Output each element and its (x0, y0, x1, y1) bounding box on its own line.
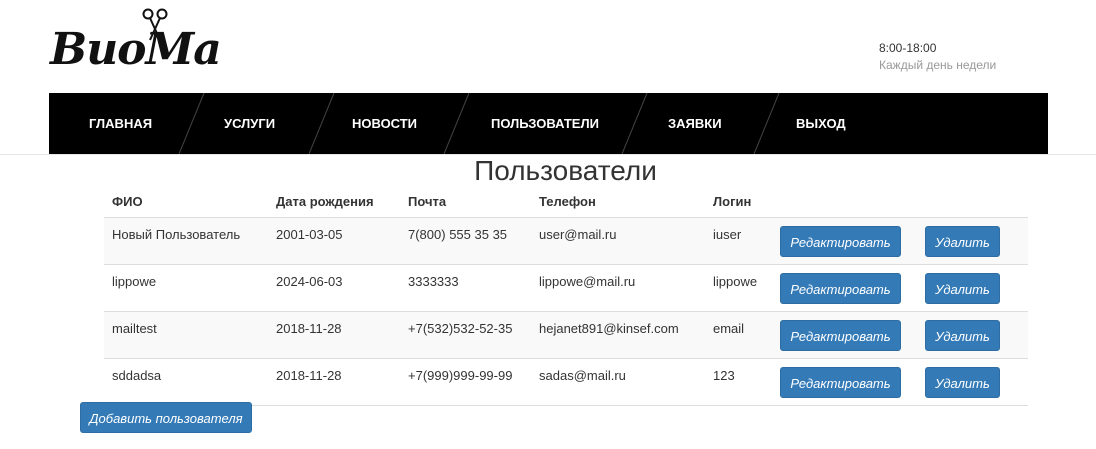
nav-separator (621, 93, 648, 154)
cell-birthdate: 2024-06-03 (268, 264, 400, 312)
main-navbar: Главная Услуги Новости Пользователи Заяв… (49, 93, 1048, 154)
scissors-icon (142, 8, 168, 41)
nav-item-users[interactable]: Пользователи (491, 93, 599, 154)
add-user-button[interactable]: Добавить пользователя (80, 402, 252, 433)
col-header-birthdate: Дата рождения (268, 186, 400, 218)
delete-button[interactable]: Удалить (925, 225, 1000, 257)
cell-login: iuser (705, 217, 772, 265)
table-header-row: ФИО Дата рождения Почта Телефон Логин (104, 186, 1028, 218)
cell-login: lippowe (705, 264, 772, 312)
table-row: lippowe 2024-06-03 3333333 lippowe@mail.… (104, 264, 1028, 312)
col-header-name: ФИО (104, 186, 268, 218)
cell-phone: sadas@mail.ru (531, 358, 705, 406)
working-hours: 8:00-18:00 Каждый день недели (879, 40, 996, 74)
edit-button[interactable]: Редактировать (780, 319, 901, 351)
cell-email: +7(532)532-52-35 (400, 311, 531, 359)
table-row: sddadsa 2018-11-28 +7(999)999-99-99 sada… (104, 358, 1028, 406)
edit-button[interactable]: Редактировать (780, 225, 901, 257)
cell-phone: hejanet891@kinsef.com (531, 311, 705, 359)
col-header-email: Почта (400, 186, 531, 218)
site-logo[interactable]: ВиоМа (50, 8, 222, 78)
cell-email: +7(999)999-99-99 (400, 358, 531, 406)
nav-separator (753, 93, 780, 154)
users-table: ФИО Дата рождения Почта Телефон Логин Но… (104, 186, 1028, 406)
cell-name: mailtest (104, 311, 268, 359)
cell-actions: Редактировать Удалить (772, 264, 1028, 312)
nav-separator (308, 93, 335, 154)
edit-button[interactable]: Редактировать (780, 272, 901, 304)
cell-birthdate: 2001-03-05 (268, 217, 400, 265)
cell-email: 7(800) 555 35 35 (400, 217, 531, 265)
hours-days: Каждый день недели (879, 58, 997, 72)
edit-button[interactable]: Редактировать (780, 366, 901, 398)
nav-item-home[interactable]: Главная (89, 93, 152, 154)
hours-time: 8:00-18:00 (879, 41, 937, 55)
nav-separator (178, 93, 205, 154)
table-row: mailtest 2018-11-28 +7(532)532-52-35 hej… (104, 311, 1028, 359)
cell-name: lippowe (104, 264, 268, 312)
nav-item-logout[interactable]: Выход (796, 93, 846, 154)
nav-item-news[interactable]: Новости (352, 93, 417, 154)
col-header-phone: Телефон (531, 186, 705, 218)
cell-actions: Редактировать Удалить (772, 311, 1028, 359)
logo-text: ВиоМа (50, 24, 222, 75)
cell-phone: lippowe@mail.ru (531, 264, 705, 312)
col-header-actions (772, 186, 1028, 218)
cell-actions: Редактировать Удалить (772, 217, 1028, 265)
cell-birthdate: 2018-11-28 (268, 311, 400, 359)
cell-actions: Редактировать Удалить (772, 358, 1028, 406)
cell-name: Новый Пользователь (104, 217, 268, 265)
cell-login: email (705, 311, 772, 359)
cell-birthdate: 2018-11-28 (268, 358, 400, 406)
cell-phone: user@mail.ru (531, 217, 705, 265)
cell-login: 123 (705, 358, 772, 406)
nav-separator (443, 93, 470, 154)
col-header-login: Логин (705, 186, 772, 218)
cell-name: sddadsa (104, 358, 268, 406)
cell-email: 3333333 (400, 264, 531, 312)
page-title: Пользователи (474, 155, 657, 186)
nav-item-requests[interactable]: Заявки (668, 93, 722, 154)
delete-button[interactable]: Удалить (925, 319, 1000, 351)
table-row: Новый Пользователь 2001-03-05 7(800) 555… (104, 217, 1028, 265)
delete-button[interactable]: Удалить (925, 366, 1000, 398)
delete-button[interactable]: Удалить (925, 272, 1000, 304)
nav-item-services[interactable]: Услуги (224, 93, 275, 154)
